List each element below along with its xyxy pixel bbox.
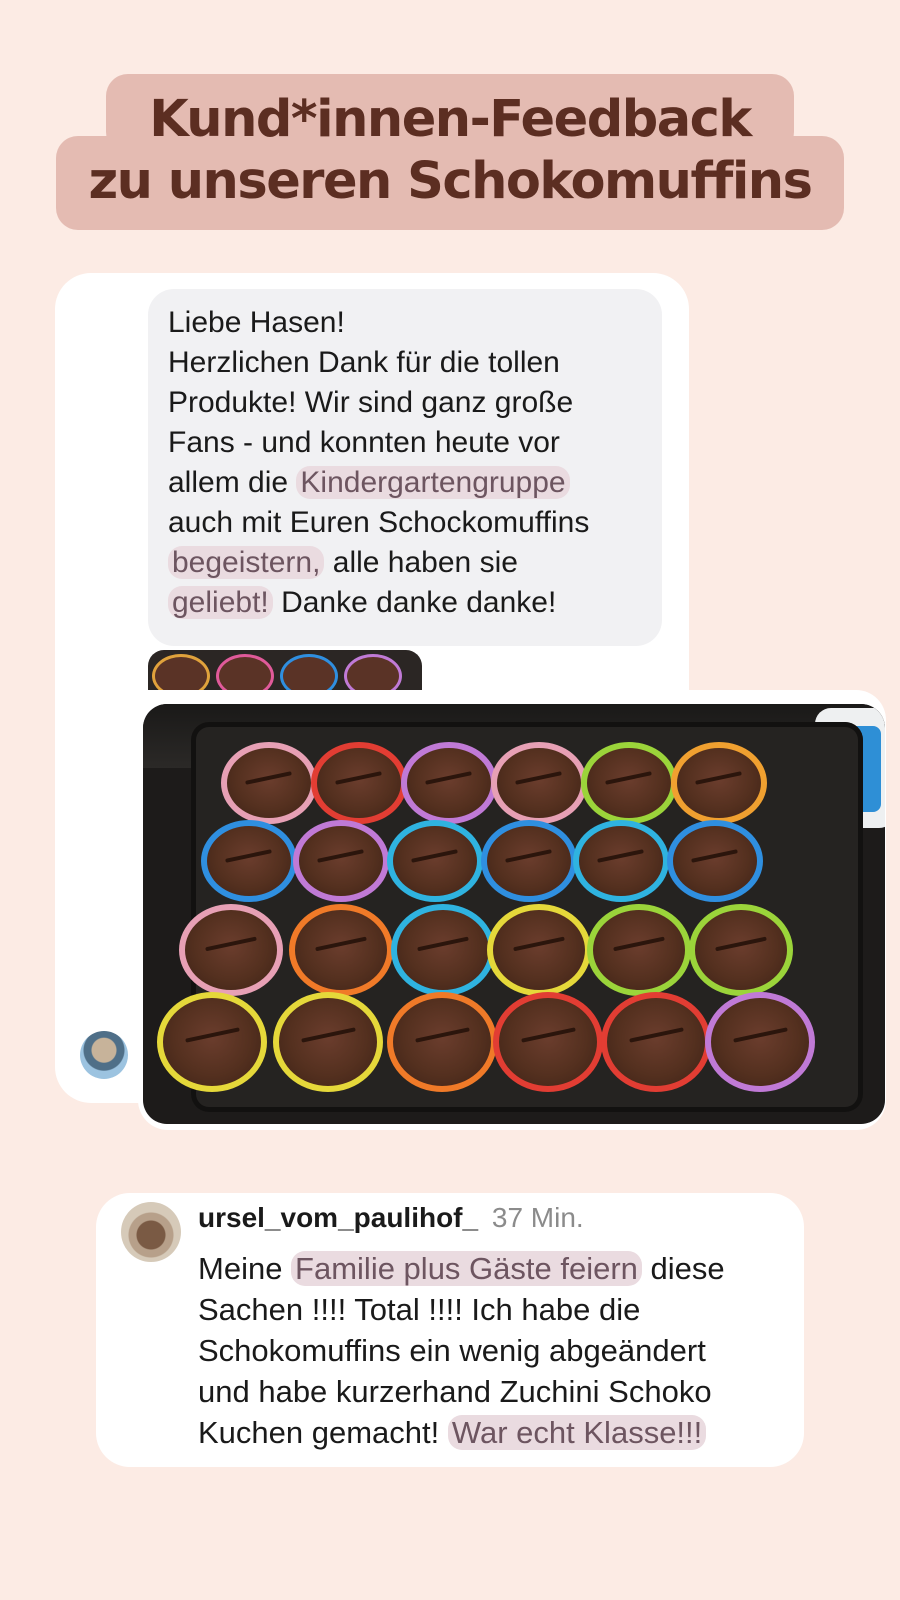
user-avatar-icon[interactable] [121,1202,181,1262]
message-line: begeistern, alle haben sie [168,543,648,583]
message-bubble: Liebe Hasen! Herzlichen Dank für die tol… [148,289,662,646]
muffin [573,820,669,902]
comment-text: Meine Familie plus Gäste feiern diese Sa… [198,1248,725,1453]
muffin [493,992,603,1092]
muffin [311,742,407,824]
message-line: Produkte! Wir sind ganz große [168,386,574,419]
message-line: Fans - und konnten heute vor [168,426,560,459]
muffin [689,904,793,996]
muffin [387,820,483,902]
highlight: Familie plus Gäste feiern [291,1251,642,1286]
muffin [387,992,497,1092]
muffin [705,992,815,1092]
muffin [391,904,495,996]
highlight: Kindergartengruppe [296,466,570,499]
message-line: geliebt! Danke danke danke! [168,583,648,623]
muffin [293,820,389,902]
muffin [221,742,317,824]
muffin [481,820,577,902]
muffin [671,742,767,824]
header-title: Kund*innen-Feedback zu unseren Schokomuf… [0,74,900,234]
muffin [401,742,497,824]
comment-line: und habe kurzerhand Zuchini Schoko [198,1374,712,1409]
title-line-1: Kund*innen-Feedback [149,90,752,149]
message-line: allem die Kindergartengruppe [168,463,648,503]
comment-line: Meine Familie plus Gäste feiern diese [198,1251,725,1286]
comment-line: Schokomuffins ein wenig abgeändert [198,1333,706,1368]
muffin [273,992,383,1092]
highlight: geliebt! [168,586,273,619]
muffin [667,820,763,902]
comment-header: ursel_vom_paulihof_ 37 Min. [198,1202,584,1234]
muffin [581,742,677,824]
muffin [587,904,691,996]
message-line: Liebe Hasen! [168,306,345,339]
comment-username[interactable]: ursel_vom_paulihof_ [198,1202,478,1233]
photo-thumbnail[interactable] [148,650,422,690]
muffin [601,992,711,1092]
muffin [289,904,393,996]
comment-time: 37 Min. [491,1202,584,1233]
user-avatar-icon[interactable] [80,1031,128,1079]
title-line-2: zu unseren Schokomuffins [88,152,813,211]
message-line: Herzlichen Dank für die tollen [168,346,560,379]
comment-line: Sachen !!!! Total !!!! Ich habe die [198,1292,641,1327]
muffin [201,820,297,902]
comment-line: Kuchen gemacht! War echt Klasse!!! [198,1412,725,1453]
highlight: begeistern, [168,546,325,579]
muffin [487,904,591,996]
muffin [179,904,283,996]
message-line: auch mit Euren Schockomuffins [168,506,590,539]
muffin [157,992,267,1092]
muffin [491,742,587,824]
highlight: War echt Klasse!!! [447,1415,707,1450]
muffin-photo[interactable] [143,704,885,1124]
